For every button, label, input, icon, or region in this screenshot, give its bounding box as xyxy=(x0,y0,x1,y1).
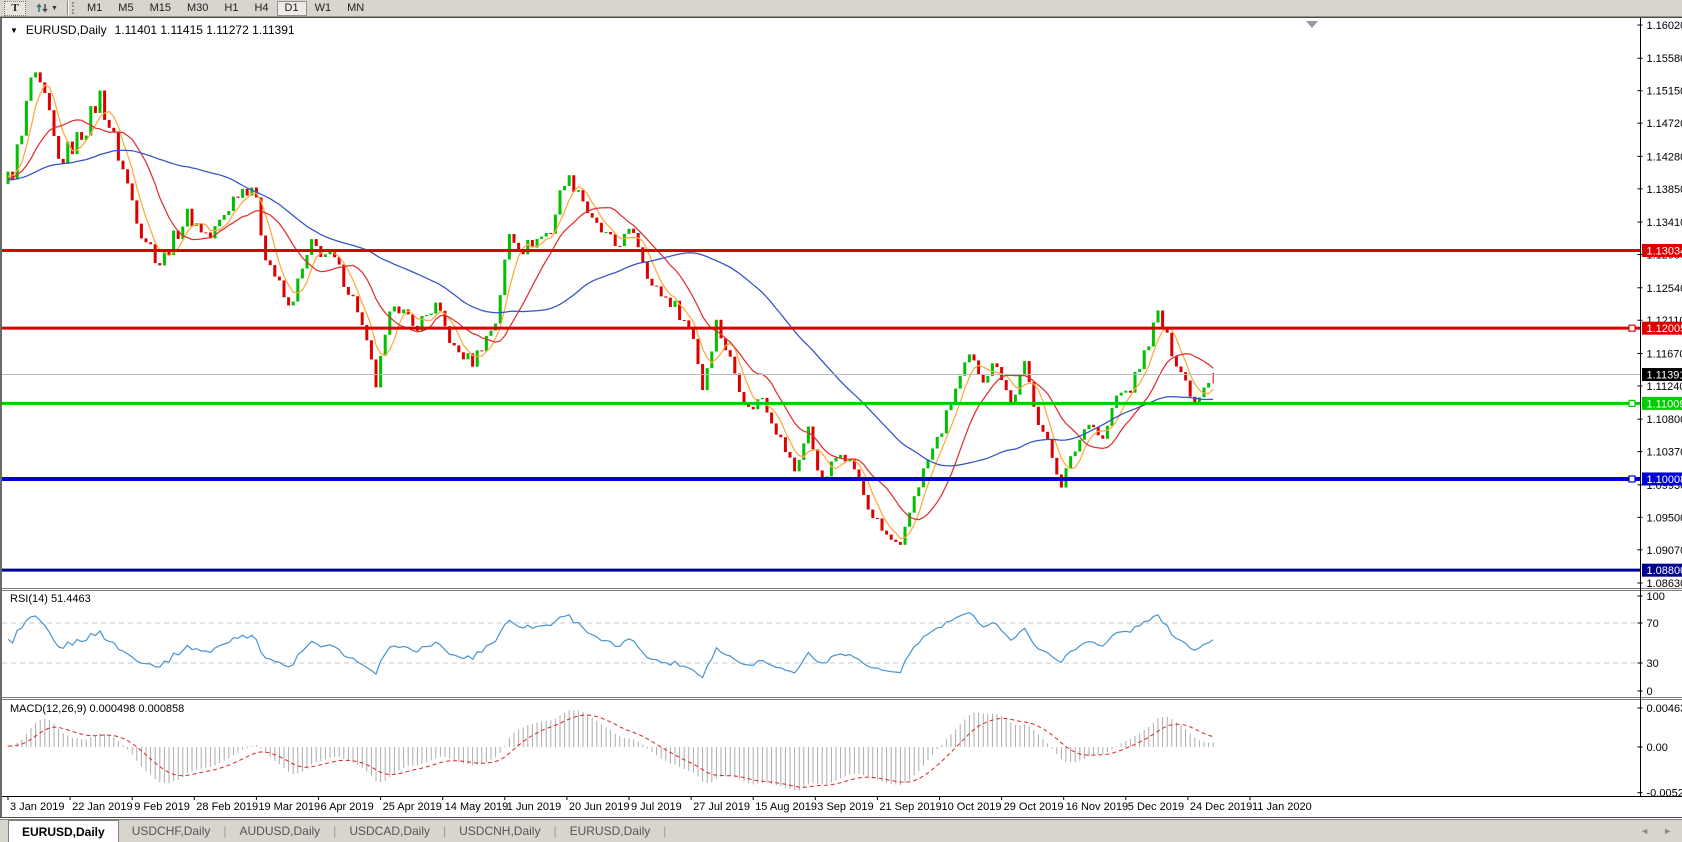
timeframe-button-m5[interactable]: M5 xyxy=(110,1,141,16)
chart-tab-1-usdchf-daily[interactable]: USDCHF,Daily xyxy=(119,820,224,842)
svg-text:15 Aug 2019: 15 Aug 2019 xyxy=(755,801,817,813)
svg-text:3 Jan 2019: 3 Jan 2019 xyxy=(10,801,64,813)
price-label-1.11391: 1.11391 xyxy=(1642,368,1682,382)
timeframe-button-h1[interactable]: H1 xyxy=(216,1,246,16)
svg-text:70: 70 xyxy=(1647,618,1659,630)
svg-text:10 Oct 2019: 10 Oct 2019 xyxy=(942,801,1002,813)
svg-text:24 Dec 2019: 24 Dec 2019 xyxy=(1190,801,1252,813)
timeframe-button-w1[interactable]: W1 xyxy=(307,1,340,16)
svg-text:30: 30 xyxy=(1647,658,1659,670)
svg-text:1.14720: 1.14720 xyxy=(1647,118,1682,130)
price-chart-canvas[interactable]: 1.16020 1.15580 1.15150 1.14720 1.14280 1.138… xyxy=(2,18,1682,817)
svg-text:6 Apr 2019: 6 Apr 2019 xyxy=(321,801,374,813)
svg-text:1.12005: 1.12005 xyxy=(1647,323,1682,335)
chart-dropdown-icon: ▼ xyxy=(10,25,18,35)
price-label-1.08800: 1.08800 xyxy=(1642,563,1682,577)
svg-text:1.08800: 1.08800 xyxy=(1647,565,1682,577)
svg-text:5 Dec 2019: 5 Dec 2019 xyxy=(1128,801,1184,813)
svg-text:1.11670: 1.11670 xyxy=(1647,348,1682,360)
svg-text:1.13850: 1.13850 xyxy=(1647,184,1682,196)
svg-text:1.08630: 1.08630 xyxy=(1647,578,1682,590)
svg-text:28 Feb 2019: 28 Feb 2019 xyxy=(196,801,258,813)
svg-text:1.09070: 1.09070 xyxy=(1647,545,1682,557)
svg-text:1.13410: 1.13410 xyxy=(1647,217,1682,229)
timeframe-button-h4[interactable]: H4 xyxy=(246,1,276,16)
chart-tab-5-eurusd-daily[interactable]: EURUSD,Daily xyxy=(557,820,664,842)
svg-text:14 May 2019: 14 May 2019 xyxy=(445,801,509,813)
price-label-1.10008: 1.10008 xyxy=(1642,472,1682,486)
chart-tab-bar: EURUSD,Daily USDCHF,Daily | AUDUSD,Daily | US… xyxy=(0,819,1682,842)
chart-tabs: EURUSD,Daily USDCHF,Daily | AUDUSD,Daily | US… xyxy=(8,820,666,842)
chart-window: 1.16020 1.15580 1.15150 1.14720 1.14280 1.138… xyxy=(0,17,1682,818)
chart-tab-3-usdcad-daily[interactable]: USDCAD,Daily xyxy=(336,820,443,842)
chart-tab-0-eurusd-daily[interactable]: EURUSD,Daily xyxy=(8,820,119,842)
tab-separator: | xyxy=(663,824,667,838)
svg-text:27 Jul 2019: 27 Jul 2019 xyxy=(693,801,750,813)
svg-text:0.00463: 0.00463 xyxy=(1647,703,1682,715)
svg-text:1.10008: 1.10008 xyxy=(1647,474,1682,486)
svg-text:1.13034: 1.13034 xyxy=(1647,245,1682,257)
svg-text:9 Feb 2019: 9 Feb 2019 xyxy=(134,801,190,813)
text-tool-icon: T xyxy=(11,2,19,14)
price-label-1.13034: 1.13034 xyxy=(1642,243,1682,257)
svg-text:1.15580: 1.15580 xyxy=(1647,53,1682,65)
svg-text:21 Sep 2019: 21 Sep 2019 xyxy=(879,801,941,813)
tab-scroll-left-button[interactable]: ◄ xyxy=(1640,826,1649,836)
toolbar-grip[interactable] xyxy=(72,2,76,14)
toolbar-separator xyxy=(67,1,69,15)
macd-label: MACD(12,26,9) 0.000498 0.000858 xyxy=(10,703,185,715)
chart-tab-4-usdcnh-daily[interactable]: USDCNH,Daily xyxy=(446,820,553,842)
svg-text:25 Apr 2019: 25 Apr 2019 xyxy=(383,801,442,813)
tab-scroll-right-button[interactable]: ► xyxy=(1663,826,1672,836)
timeframe-button-m15[interactable]: M15 xyxy=(142,1,179,16)
price-label-1.11009: 1.11009 xyxy=(1642,396,1682,410)
timeframe-group: M1 M5 M15 M30 H1 H4 D1 W1 MN xyxy=(79,0,372,17)
svg-text:1.16020: 1.16020 xyxy=(1647,20,1682,32)
svg-text:1.11240: 1.11240 xyxy=(1647,381,1682,393)
svg-text:29 Oct 2019: 29 Oct 2019 xyxy=(1004,801,1064,813)
svg-text:0: 0 xyxy=(1647,686,1653,698)
chart-tab-2-audusd-daily[interactable]: AUDUSD,Daily xyxy=(227,820,334,842)
svg-text:1.11391: 1.11391 xyxy=(1647,370,1682,382)
svg-text:11 Jan 2020: 11 Jan 2020 xyxy=(1252,801,1312,813)
svg-text:100: 100 xyxy=(1647,591,1665,603)
svg-text:20 Jun 2019: 20 Jun 2019 xyxy=(569,801,630,813)
svg-text:1.15150: 1.15150 xyxy=(1647,86,1682,98)
symbols-dropdown-button[interactable]: ▼ xyxy=(30,1,64,16)
chart-title[interactable]: ▼ EURUSD,Daily 1.11401 1.11415 1.11272 1… xyxy=(10,23,295,37)
svg-text:1.10800: 1.10800 xyxy=(1647,414,1682,426)
svg-text:1.09500: 1.09500 xyxy=(1647,512,1682,524)
svg-text:1.11009: 1.11009 xyxy=(1647,398,1682,410)
svg-text:1.10370: 1.10370 xyxy=(1647,447,1682,459)
svg-text:1.14280: 1.14280 xyxy=(1647,151,1682,163)
svg-text:3 Sep 2019: 3 Sep 2019 xyxy=(817,801,873,813)
rsi-label: RSI(14) 51.4463 xyxy=(10,593,91,605)
svg-text:22 Jan 2019: 22 Jan 2019 xyxy=(72,801,133,813)
price-label-1.12005: 1.12005 xyxy=(1642,321,1682,335)
tab-scroll-arrows: ◄ ► xyxy=(1640,820,1682,842)
svg-text:1.12540: 1.12540 xyxy=(1647,283,1682,295)
mt4-application: T ▼ M1M5M15M30H1H4D1W1MN 1.160201.155801… xyxy=(0,0,1682,842)
svg-text:16 Nov 2019: 16 Nov 2019 xyxy=(1066,801,1128,813)
timeframe-button-m30[interactable]: M30 xyxy=(179,1,216,16)
timeframe-button-d1[interactable]: D1 xyxy=(276,0,307,16)
arrows-dropdown-icon xyxy=(36,3,48,13)
svg-text:19 Mar 2019: 19 Mar 2019 xyxy=(258,801,320,813)
svg-text:0.00: 0.00 xyxy=(1647,742,1668,754)
chart-quote-label: 1.11401 1.11415 1.11272 1.11391 xyxy=(114,23,295,37)
chevron-down-icon: ▼ xyxy=(51,4,58,12)
timeframe-button-mn[interactable]: MN xyxy=(339,1,372,16)
svg-text:1 Jun 2019: 1 Jun 2019 xyxy=(507,801,561,813)
text-tool-button[interactable]: T xyxy=(4,0,26,16)
timeframe-button-m1[interactable]: M1 xyxy=(79,1,110,16)
svg-text:9 Jul 2019: 9 Jul 2019 xyxy=(631,801,682,813)
chart-symbol-label: EURUSD,Daily xyxy=(25,23,107,37)
toolbar: T ▼ M1 M5 M15 M30 H1 H4 D1 W1 MN xyxy=(0,0,1682,17)
svg-text:-0.00529: -0.00529 xyxy=(1647,788,1682,800)
